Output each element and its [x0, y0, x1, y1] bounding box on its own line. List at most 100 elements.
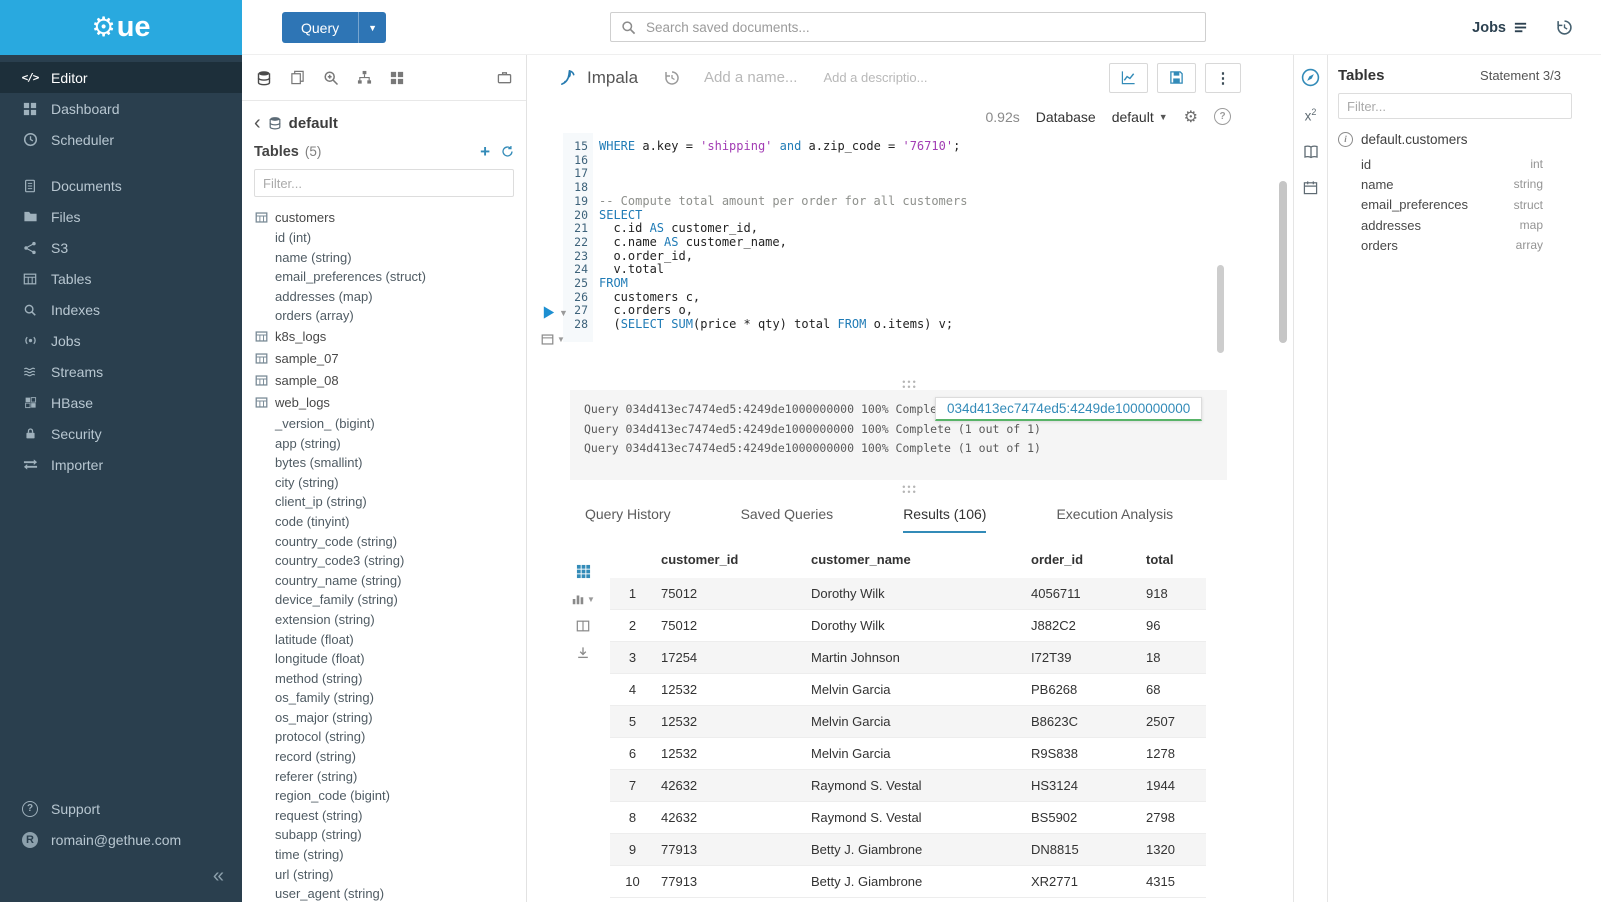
tables-filter-input[interactable] — [254, 169, 514, 197]
column-tree-item[interactable]: longitude (float) — [254, 649, 514, 669]
back-chevron-icon[interactable]: ‹ — [254, 113, 261, 133]
column-tree-item[interactable]: app (string) — [254, 434, 514, 454]
database-breadcrumb[interactable]: ‹ default — [254, 110, 514, 136]
columns-button[interactable] — [576, 619, 590, 633]
global-search[interactable] — [610, 12, 1206, 42]
column-tree-item[interactable]: subapp (string) — [254, 825, 514, 845]
calendar-icon[interactable] — [1303, 180, 1318, 195]
tab-saved-queries[interactable]: Saved Queries — [741, 506, 834, 533]
database-name[interactable]: default — [289, 115, 338, 132]
resize-handle[interactable]: •••••• — [527, 485, 1293, 495]
assist-column-email-preferences[interactable]: email_preferencesstruct — [1338, 195, 1591, 215]
column-tree-item[interactable]: city (string) — [254, 473, 514, 493]
assist-column-name[interactable]: namestring — [1338, 174, 1591, 194]
sidebar-collapse-button[interactable]: « — [0, 855, 242, 888]
save-button[interactable] — [1157, 63, 1196, 93]
tab-query-history[interactable]: Query History — [585, 506, 671, 533]
column-tree-item[interactable]: referer (string) — [254, 767, 514, 787]
column-tree-item[interactable]: extension (string) — [254, 610, 514, 630]
execute-button[interactable]: ▼ — [541, 305, 568, 320]
info-icon[interactable]: i — [1338, 132, 1353, 147]
explore-compass-icon[interactable] — [1301, 68, 1320, 87]
column-tree-item[interactable]: device_family (string) — [254, 590, 514, 610]
jobs-link[interactable]: Jobs — [1472, 20, 1528, 36]
column-tree-item[interactable]: url (string) — [254, 865, 514, 885]
table-tree-item-k8s-logs[interactable]: k8s_logs — [254, 326, 514, 348]
snippet-menu-button[interactable]: ▼ — [541, 333, 565, 346]
sidebar-item-s3[interactable]: S3 — [0, 232, 242, 263]
tab-results-106[interactable]: Results (106) — [903, 506, 986, 533]
column-tree-item[interactable]: bytes (smallint) — [254, 453, 514, 473]
sidebar-item-security[interactable]: Security — [0, 418, 242, 449]
sidebar-item-streams[interactable]: Streams — [0, 356, 242, 387]
sidebar-item-scheduler[interactable]: Scheduler — [0, 124, 242, 155]
apps-grid-icon[interactable] — [390, 71, 404, 85]
column-tree-item[interactable]: protocol (string) — [254, 727, 514, 747]
column-tree-item[interactable]: email_preferences (struct) — [254, 267, 514, 287]
result-column-header-total[interactable]: total — [1140, 540, 1206, 578]
sidebar-item-support[interactable]: ?Support — [0, 793, 242, 824]
new-query-button-label[interactable]: Query — [282, 12, 358, 43]
query-name-field[interactable]: Add a name... — [704, 69, 797, 86]
statement-indicator[interactable]: Statement 3/3 — [1480, 68, 1561, 83]
column-tree-item[interactable]: client_ip (string) — [254, 492, 514, 512]
sidebar-item-hbase[interactable]: HBase — [0, 387, 242, 418]
query-history-icon[interactable] — [1556, 19, 1573, 36]
result-column-header-order-id[interactable]: order_id — [1025, 540, 1140, 578]
result-column-header-customer-id[interactable]: customer_id — [655, 540, 805, 578]
editor-code[interactable]: WHERE a.key = 'shipping' and a.zip_code … — [599, 140, 967, 332]
hue-logo[interactable]: ⚙ ue — [0, 0, 242, 55]
column-tree-item[interactable]: country_name (string) — [254, 571, 514, 591]
column-tree-item[interactable]: latitude (float) — [254, 630, 514, 650]
table-tree-item-customers[interactable]: customers — [254, 206, 514, 228]
column-tree-item[interactable]: _version_ (bigint) — [254, 414, 514, 434]
column-tree-item[interactable]: code (tinyint) — [254, 512, 514, 532]
search-input[interactable] — [644, 19, 1195, 36]
assist-column-orders[interactable]: ordersarray — [1338, 235, 1591, 255]
table-tree-item-web-logs[interactable]: web_logs — [254, 392, 514, 414]
table-tree-item-sample-08[interactable]: sample_08 — [254, 370, 514, 392]
sidebar-item-romain-gethue-com[interactable]: Rromain@gethue.com — [0, 824, 242, 855]
download-button[interactable] — [576, 646, 590, 660]
tab-execution-analysis[interactable]: Execution Analysis — [1056, 506, 1173, 533]
column-tree-item[interactable]: os_family (string) — [254, 688, 514, 708]
sidebar-item-files[interactable]: Files — [0, 201, 242, 232]
column-tree-item[interactable]: method (string) — [254, 669, 514, 689]
right-assist-filter-input[interactable] — [1338, 93, 1572, 119]
column-tree-item[interactable]: addresses (map) — [254, 287, 514, 307]
result-column-header-customer-name[interactable]: customer_name — [805, 540, 1025, 578]
databases-icon[interactable] — [256, 70, 272, 86]
help-icon[interactable]: ? — [1214, 108, 1231, 125]
column-tree-item[interactable]: request (string) — [254, 806, 514, 826]
sidebar-item-tables[interactable]: Tables — [0, 263, 242, 294]
column-tree-item[interactable]: id (int) — [254, 228, 514, 248]
functions-icon[interactable]: x2 — [1305, 107, 1317, 124]
more-actions-button[interactable]: ⋮ — [1205, 63, 1241, 93]
column-tree-item[interactable]: os_major (string) — [254, 708, 514, 728]
column-tree-item[interactable]: user_agent (string) — [254, 884, 514, 902]
refresh-icon[interactable] — [501, 145, 514, 158]
new-query-button[interactable]: Query ▼ — [282, 12, 386, 43]
add-table-icon[interactable]: + — [480, 143, 490, 160]
resize-handle[interactable]: •••••• — [527, 380, 1293, 390]
assist-column-addresses[interactable]: addressesmap — [1338, 215, 1591, 235]
sidebar-item-indexes[interactable]: Indexes — [0, 294, 242, 325]
sidebar-item-dashboard[interactable]: Dashboard — [0, 93, 242, 124]
column-tree-item[interactable]: record (string) — [254, 747, 514, 767]
editor-scrollbar[interactable] — [1217, 265, 1224, 353]
column-tree-item[interactable]: time (string) — [254, 845, 514, 865]
chart-view-button[interactable]: ▼ — [571, 592, 595, 606]
documents-copy-icon[interactable] — [290, 70, 305, 85]
query-description-field[interactable]: Add a descriptio... — [823, 70, 927, 85]
active-table-name[interactable]: default.customers — [1361, 132, 1468, 147]
snippet-history-icon[interactable] — [664, 70, 680, 86]
hierarchy-icon[interactable] — [357, 70, 372, 85]
grid-view-button[interactable] — [576, 564, 591, 579]
execute-options-caret-icon[interactable]: ▼ — [559, 308, 568, 318]
active-table-row[interactable]: i default.customers — [1338, 132, 1591, 147]
sidebar-item-importer[interactable]: Importer — [0, 449, 242, 480]
language-reference-book-icon[interactable] — [1303, 144, 1319, 160]
sidebar-item-documents[interactable]: Documents — [0, 170, 242, 201]
chart-button[interactable] — [1109, 63, 1148, 93]
sidebar-item-editor[interactable]: </>Editor — [0, 62, 242, 93]
